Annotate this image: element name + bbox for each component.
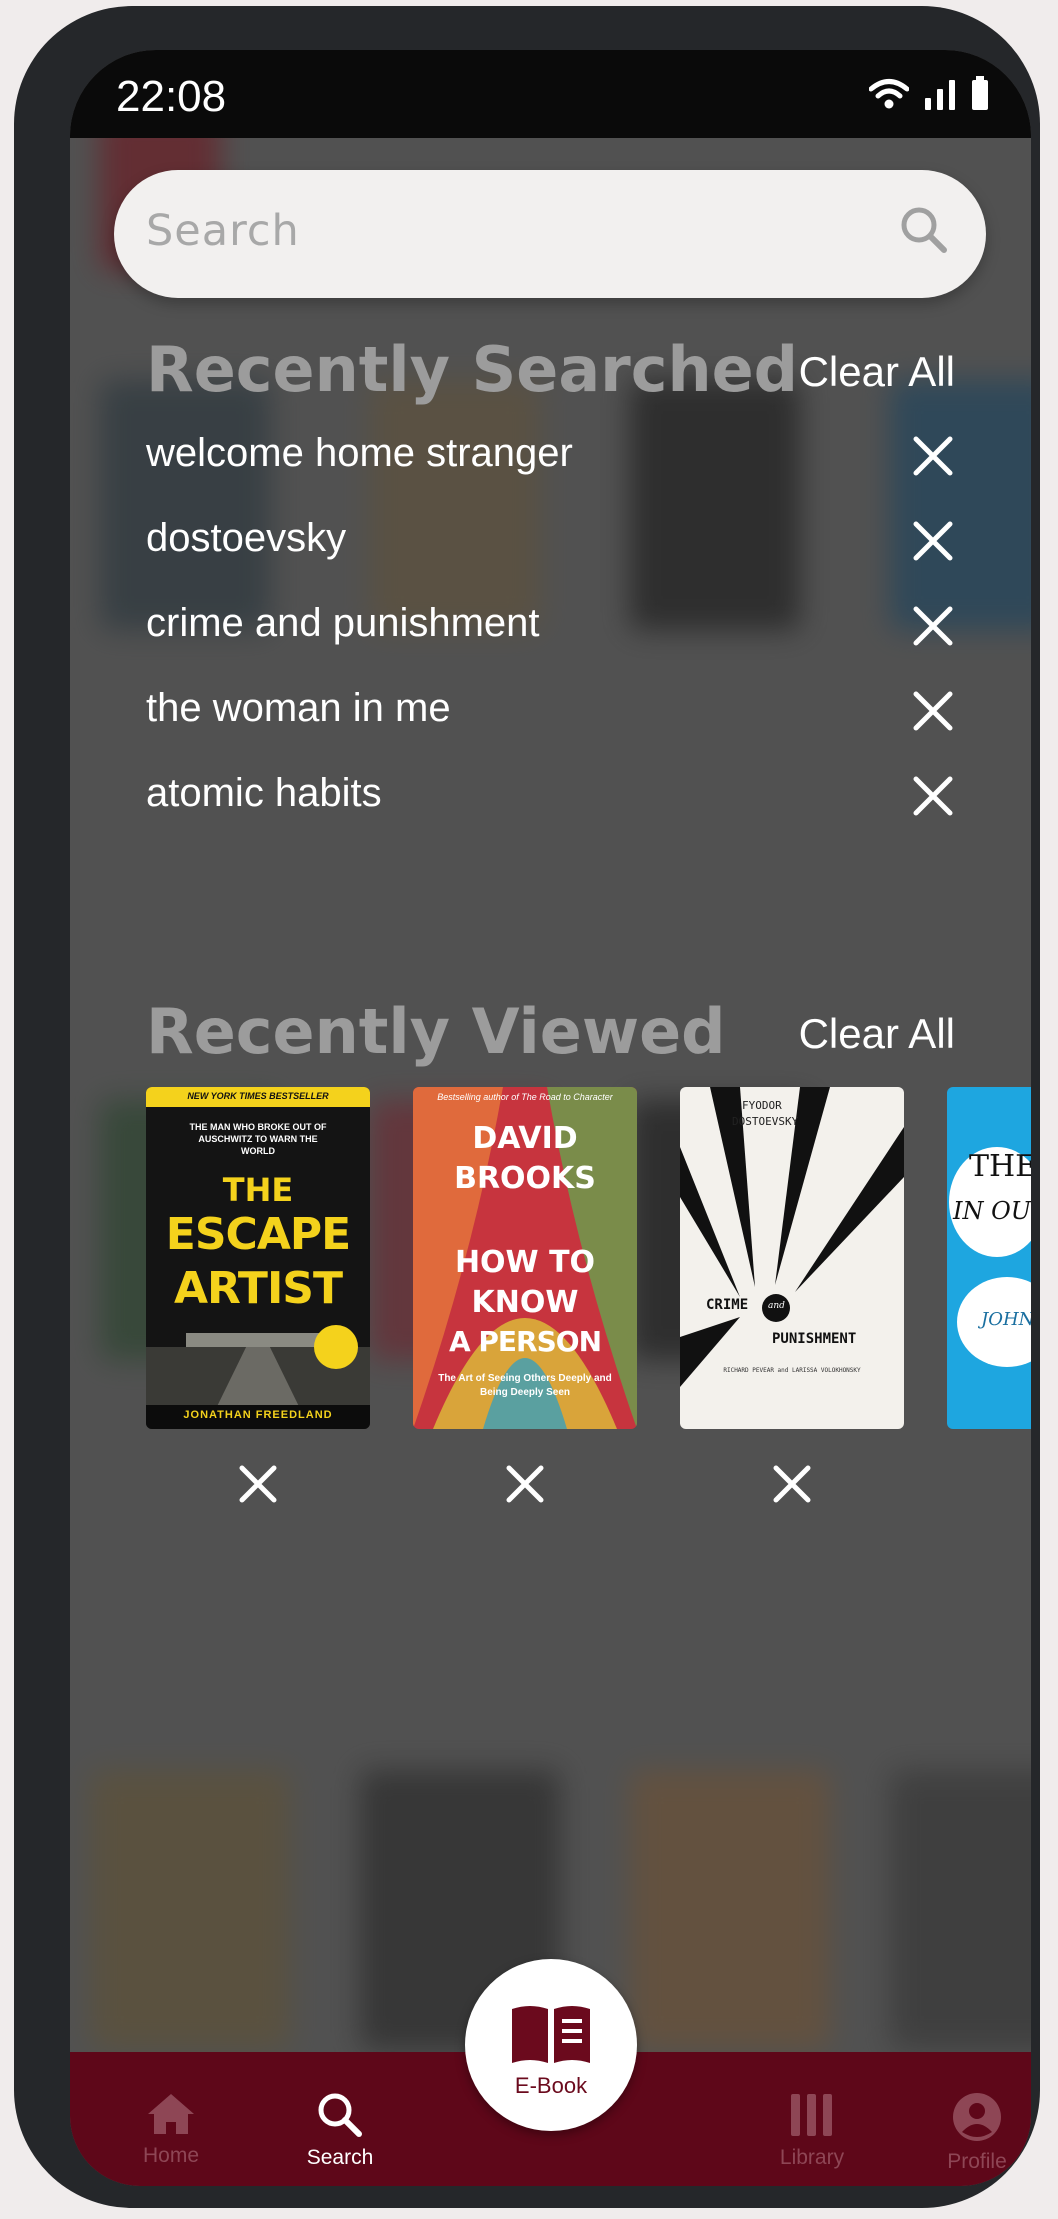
clear-searches-button[interactable]: Clear All — [799, 348, 955, 396]
nav-label: Home — [142, 2144, 200, 2167]
book-title-line: HOW TO — [454, 1245, 596, 1280]
ebook-button[interactable]: E-Book — [465, 1959, 637, 2131]
search-icon[interactable] — [898, 204, 950, 256]
recent-search-text[interactable]: the woman in me — [146, 686, 451, 731]
book-author-line: DOSTOEVSKY — [732, 1115, 799, 1128]
recently-viewed-title: Recently Viewed — [146, 995, 726, 1068]
list-item[interactable]: the woman in me — [146, 680, 956, 765]
book-author: JOHN — [981, 1309, 1031, 1330]
battery-icon — [972, 76, 988, 110]
status-icons — [869, 76, 989, 110]
list-item[interactable]: welcome home stranger — [146, 425, 956, 510]
close-icon[interactable] — [503, 1462, 547, 1506]
search-bar[interactable]: Search — [114, 170, 986, 298]
book-title-line: IN OU — [953, 1197, 1031, 1225]
book-banner: NEW YORK TIMES BESTSELLER — [187, 1091, 329, 1101]
book-cover-escape-artist[interactable]: NEW YORK TIMES BESTSELLER THE MAN WHO BR… — [146, 1087, 370, 1429]
search-input[interactable]: Search — [146, 206, 300, 256]
status-bar: 22:08 — [70, 50, 1031, 138]
book-cover-crime-and-punishment[interactable]: FYODOR DOSTOEVSKY CRIME and PUNISHMENT R… — [680, 1087, 904, 1429]
close-icon[interactable] — [910, 773, 956, 819]
nav-label: Profile — [947, 2150, 1007, 2173]
recently-viewed-books: NEW YORK TIMES BESTSELLER THE MAN WHO BR… — [146, 1087, 1031, 1507]
phone-frame: 22:08 Search Recently Searched Clear All… — [14, 6, 1040, 2208]
book-title-line: THE — [969, 1149, 1031, 1184]
recent-search-text[interactable]: atomic habits — [146, 771, 382, 816]
close-icon[interactable] — [770, 1462, 814, 1506]
book-cover-partial[interactable]: THE IN OU JOHN — [947, 1087, 1031, 1429]
book-author-line: FYODOR — [742, 1099, 782, 1112]
close-icon[interactable] — [910, 603, 956, 649]
clear-viewed-button[interactable]: Clear All — [799, 1010, 955, 1058]
screen: 22:08 Search Recently Searched Clear All… — [70, 50, 1031, 2186]
book-banner: Bestselling author of The Road to Charac… — [437, 1092, 613, 1102]
book-open-icon — [512, 2006, 590, 2063]
book-subtitle: The Art of Seeing Others Deeply and Bein… — [438, 1373, 612, 1398]
close-icon[interactable] — [236, 1462, 280, 1506]
nav-label: Search — [306, 2146, 374, 2169]
home-icon — [148, 2094, 194, 2134]
nav-label: Library — [779, 2146, 845, 2169]
signal-icon — [925, 80, 955, 110]
book-author: JONATHAN FREEDLAND — [183, 1409, 333, 1421]
search-icon — [318, 2093, 362, 2137]
recent-search-text[interactable]: dostoevsky — [146, 516, 346, 561]
book-title-line: KNOW — [471, 1285, 579, 1320]
book-author-line: BROOKS — [454, 1161, 596, 1196]
book-title-line: PUNISHMENT — [772, 1331, 857, 1347]
book-title-and: and — [768, 1301, 785, 1311]
close-icon[interactable] — [910, 433, 956, 479]
profile-icon — [953, 2093, 1001, 2141]
close-icon[interactable] — [910, 688, 956, 734]
book-cover-how-to-know-a-person[interactable]: Bestselling author of The Road to Charac… — [413, 1087, 637, 1429]
book-title-line: CRIME — [706, 1297, 749, 1313]
list-item[interactable]: dostoevsky — [146, 510, 956, 595]
nav-library[interactable]: Library — [747, 2092, 877, 2170]
wifi-icon — [869, 79, 909, 109]
status-time: 22:08 — [116, 72, 227, 121]
recent-search-text[interactable]: crime and punishment — [146, 601, 540, 646]
library-icon — [791, 2094, 832, 2136]
close-icon[interactable] — [910, 518, 956, 564]
book-title-line: ARTIST — [173, 1263, 343, 1314]
book-translators: RICHARD PEVEAR and LARISSA VOLOKHONSKY — [723, 1367, 861, 1374]
list-item[interactable]: crime and punishment — [146, 595, 956, 680]
ebook-label: E-Book — [514, 2073, 588, 2098]
book-title-line: A PERSON — [448, 1325, 602, 1358]
book-tagline: THE MAN WHO BROKE OUT OF AUSCHWITZ TO WA… — [189, 1122, 327, 1156]
recent-search-text[interactable]: welcome home stranger — [146, 431, 573, 476]
nav-home[interactable]: Home — [106, 2092, 236, 2168]
nav-search[interactable]: Search — [275, 2092, 405, 2170]
book-author-line: DAVID — [472, 1121, 578, 1156]
recently-searched-title: Recently Searched — [146, 333, 799, 406]
recent-search-list: welcome home stranger dostoevsky crime a… — [146, 425, 956, 850]
book-title-line: ESCAPE — [165, 1209, 351, 1260]
book-title-line: THE — [222, 1171, 294, 1209]
list-item[interactable]: atomic habits — [146, 765, 956, 850]
nav-profile[interactable]: Profile — [912, 2092, 1031, 2174]
